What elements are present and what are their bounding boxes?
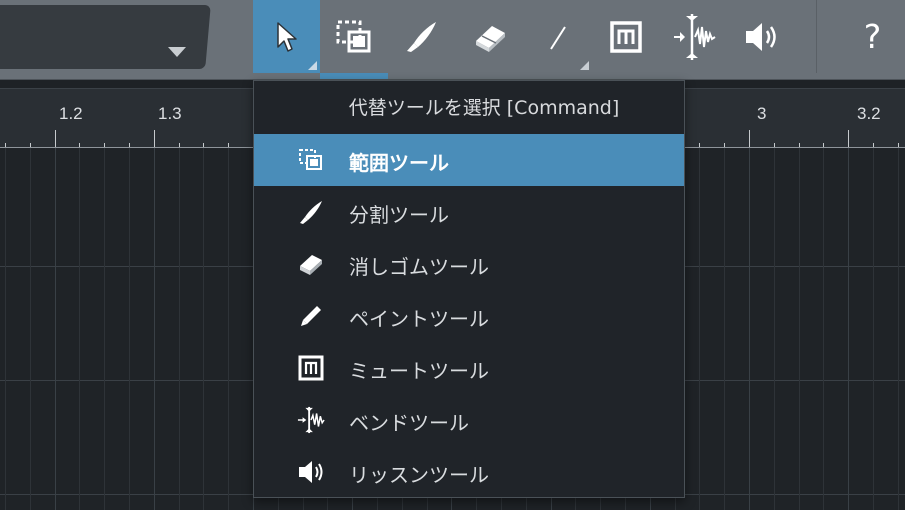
track-selector-dropdown[interactable] [0,5,211,69]
arrow-tool-button[interactable] [253,0,320,73]
submenu-indicator-icon [580,61,589,70]
bend-marker-icon [297,406,325,434]
grid-line [749,148,750,510]
menu-item-label: ペイントツール [349,307,489,331]
grid-line [5,148,6,510]
grid-line [873,148,874,510]
mute-m-icon [610,20,642,53]
ruler-tick [749,130,750,148]
knife-icon [407,21,436,52]
toolbar: ? [0,0,905,80]
ruler-tick [154,130,155,148]
grid-line [179,148,180,510]
menu-item-label: 範囲ツール [349,151,449,175]
toolbar-bottom-strip [0,73,905,80]
grid-line [848,148,849,510]
menu-header: 代替ツールを選択 [Command] [348,97,620,119]
ruler-tick [848,130,849,148]
help-icon: ? [863,17,882,56]
eraser-icon [297,251,325,277]
menu-item-listen-tool[interactable]: リッスンツール [254,446,684,498]
menu-item-label: 消しゴムツール [349,255,489,279]
ruler-label: 3.2 [857,104,881,123]
grid-line [30,148,31,510]
grid-line [203,148,204,510]
alternate-tool-menu: 代替ツールを選択 [Command] 範囲ツール 分割ツール 消しゴムツール ペ… [253,80,685,498]
arrow-cursor-icon [276,21,297,52]
range-select-icon [297,147,325,173]
grid-line [79,148,80,510]
submenu-indicator-icon [308,61,317,70]
grid-line [55,148,56,510]
eraser-icon [476,25,505,52]
bend-marker-icon [674,13,716,60]
chevron-down-icon[interactable] [168,47,186,57]
eraser-tool-button[interactable] [456,0,524,73]
menu-item-label: ベンドツール [349,411,469,435]
speaker-icon [297,459,325,485]
ruler-label: 1.3 [158,104,182,123]
grid-line [823,148,824,510]
grid-line [228,148,229,510]
grid-line [699,148,700,510]
range-tool-highlight [320,73,388,79]
grid-line [129,148,130,510]
grid-line [154,148,155,510]
pencil-icon [297,303,325,329]
ruler-label: 1.2 [59,104,83,123]
grid-line [774,148,775,510]
menu-item-label: 分割ツール [349,203,449,227]
ruler-tick [55,130,56,148]
menu-item-label: リッスンツール [349,463,489,487]
range-select-icon [336,20,371,52]
range-tool-button[interactable] [320,0,388,73]
menu-item-split-tool[interactable]: 分割ツール [254,186,684,238]
grid-line [898,148,899,510]
listen-tool-button[interactable] [728,0,796,73]
grid-line [724,148,725,510]
mute-tool-button[interactable] [592,0,660,73]
ruler-label: 3 [757,104,767,123]
help-button[interactable]: ? [840,0,905,73]
paint-tool-button[interactable] [524,0,592,73]
menu-item-mute-tool[interactable]: ミュートツール [254,342,684,394]
grid-line [104,148,105,510]
menu-item-paint-tool[interactable]: ペイントツール [254,290,684,342]
speaker-icon [746,22,776,51]
knife-icon [297,199,325,225]
split-tool-button[interactable] [388,0,456,73]
menu-item-eraser-tool[interactable]: 消しゴムツール [254,238,684,290]
grid-line [799,148,800,510]
mute-m-icon [297,355,325,381]
pencil-line-icon [550,25,566,50]
menu-item-bend-tool[interactable]: ベンドツール [254,394,684,446]
toolbar-divider [816,0,817,80]
menu-item-range-tool[interactable]: 範囲ツール [254,134,684,186]
bend-tool-button[interactable] [660,0,728,73]
menu-item-label: ミュートツール [349,359,489,383]
